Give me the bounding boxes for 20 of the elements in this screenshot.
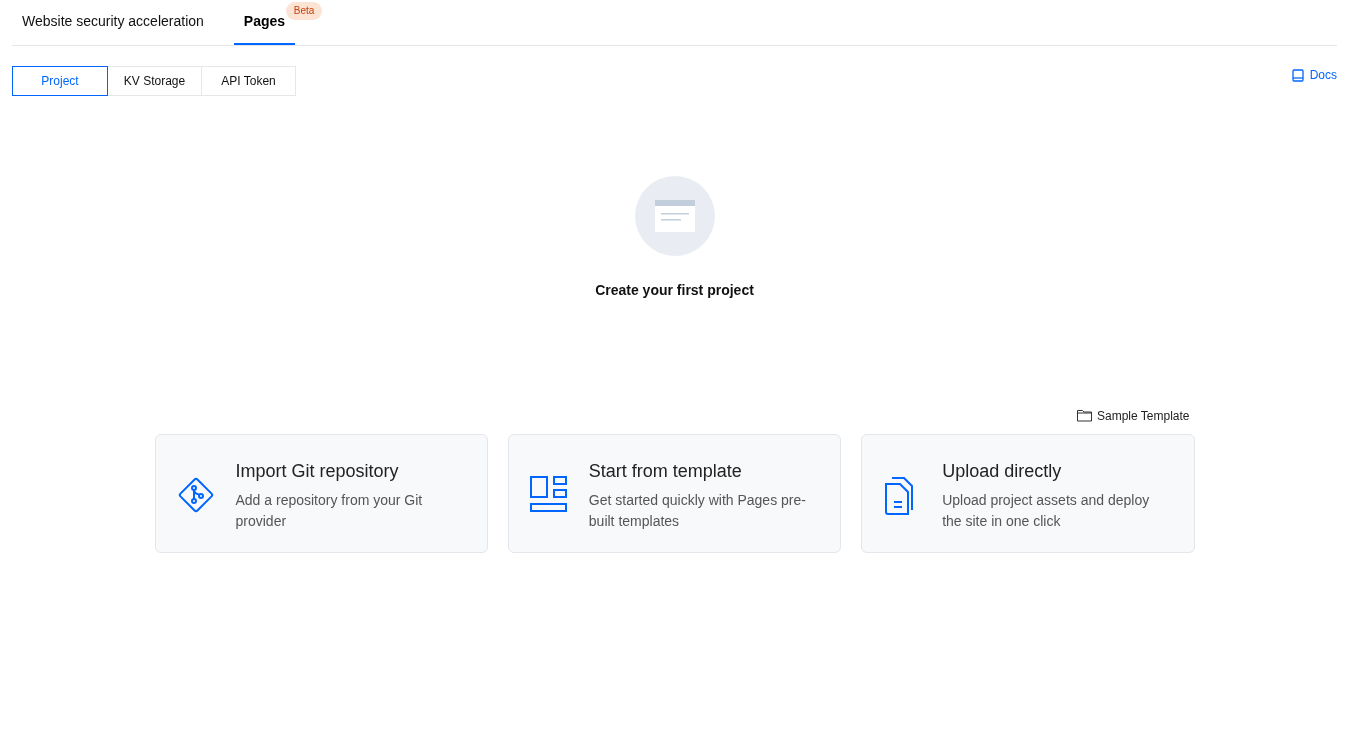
card-description: Upload project assets and deploy the site in one click bbox=[942, 491, 1151, 531]
top-tab[interactable]: Website security acceleration bbox=[12, 0, 214, 45]
segment-tab[interactable]: API Token bbox=[201, 66, 296, 96]
layout-icon bbox=[528, 474, 569, 514]
card-title: Start from template bbox=[588, 460, 743, 483]
card-title: Upload directly bbox=[942, 460, 1063, 483]
card-description: Get started quickly with Pages pre-built templates bbox=[588, 491, 807, 531]
option-card[interactable]: Start from template Get started quickly with Pages pre-built templates bbox=[507, 434, 842, 553]
segment-tab[interactable]: Project bbox=[12, 66, 108, 96]
card-description: Add a repository from your Git provider bbox=[235, 491, 424, 531]
docs-link[interactable]: Docs bbox=[1291, 66, 1337, 84]
sample-template-link[interactable]: Sample Template bbox=[1077, 407, 1190, 425]
option-card[interactable]: Import Git repository Add a repository from your Git provider bbox=[154, 434, 488, 553]
folder-icon bbox=[1077, 410, 1092, 422]
option-card[interactable]: Upload directly Upload project assets and deploy the site in one click bbox=[861, 434, 1195, 553]
segment-tab[interactable]: KV Storage bbox=[107, 66, 202, 96]
empty-state-title: Create your first project bbox=[595, 281, 754, 300]
beta-badge: Beta bbox=[285, 2, 323, 20]
book-icon bbox=[1291, 68, 1304, 82]
card-title: Import Git repository bbox=[235, 460, 400, 483]
